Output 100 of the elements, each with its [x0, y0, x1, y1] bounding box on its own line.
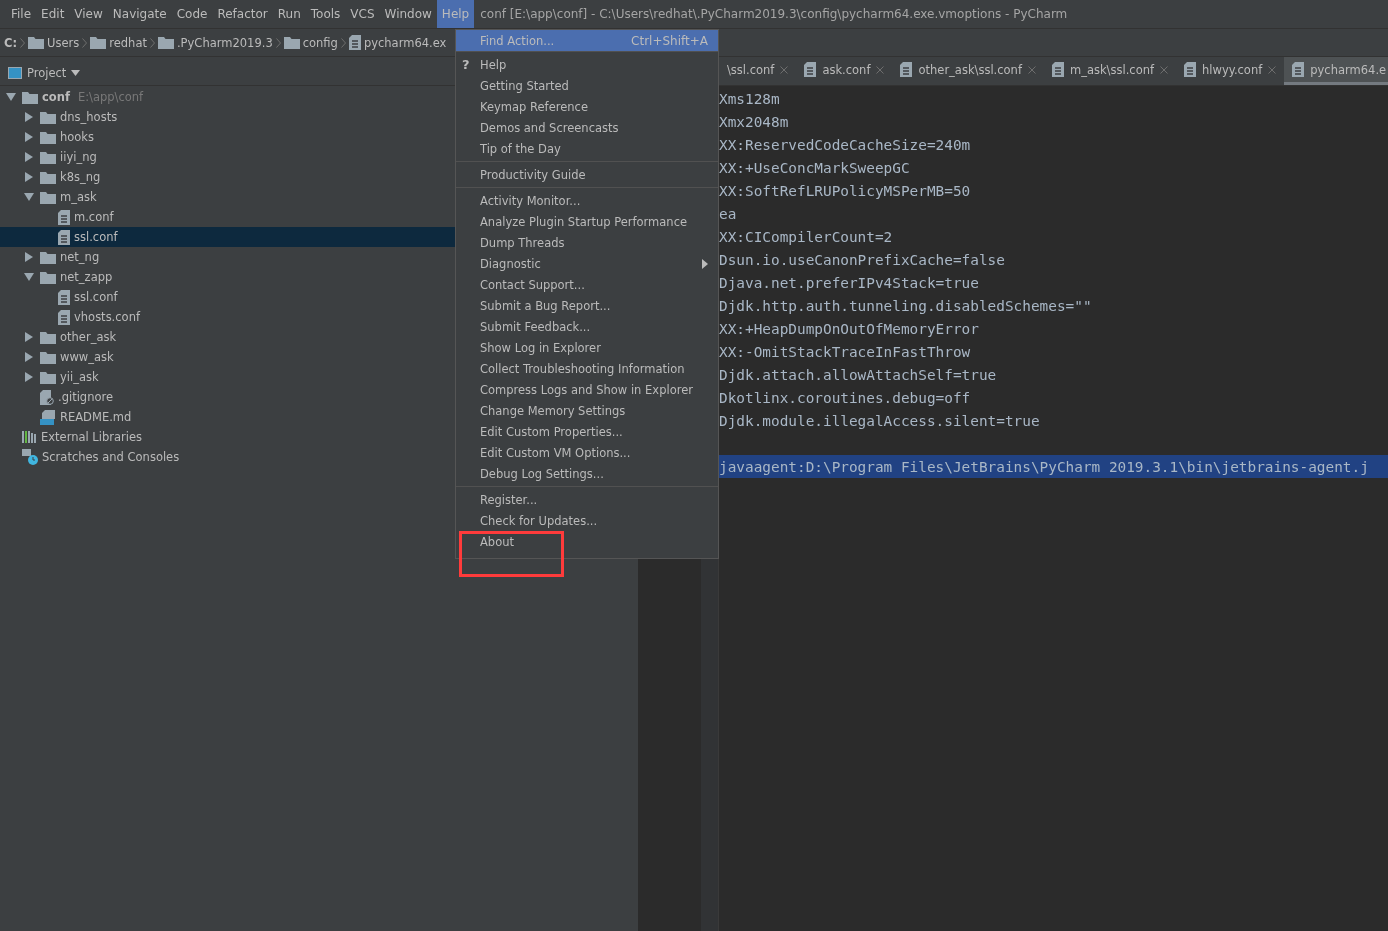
menu-entry[interactable]: Show Log in Explorer [456, 337, 718, 358]
code-line: XX:+UseConcMarkSweepGC [719, 158, 911, 178]
folder-icon [157, 36, 174, 49]
menu-item[interactable]: View [69, 0, 108, 28]
menu-item[interactable]: File [6, 0, 37, 28]
menu-item[interactable]: Edit [36, 0, 70, 28]
chevron-icon [20, 37, 26, 48]
code-line: Djdk.http.auth.tunneling.disabledSchemes="" [719, 296, 1093, 316]
scratches-icon [22, 449, 38, 465]
folder-icon [40, 370, 56, 384]
expanded-arrow-icon[interactable] [6, 92, 16, 102]
folder-icon [40, 130, 56, 144]
breadcrumb[interactable]: C: [4, 35, 18, 50]
code-line: Djava.net.preferIPv4Stack=true [719, 273, 980, 293]
panel-icon [8, 66, 22, 79]
code-line: Dsun.io.useCanonPrefixCache=false [719, 250, 1006, 270]
menu-item[interactable]: VCS [345, 0, 380, 28]
menu-item[interactable]: Code [171, 0, 213, 28]
file-icon [1184, 62, 1197, 77]
menu-item[interactable]: Navigate [107, 0, 172, 28]
folder-icon [40, 170, 56, 184]
expanded-arrow-icon[interactable] [24, 272, 34, 282]
code-line: XX:-OmitStackTraceInFastThrow [719, 342, 972, 362]
editor-tab[interactable]: other_ask\ssl.conf [892, 57, 1044, 85]
code-line: Xmx2048m [719, 112, 790, 132]
code-line: Dkotlinx.coroutines.debug=off [719, 388, 972, 408]
menu-entry[interactable]: Activity Monitor... [456, 190, 718, 211]
breadcrumb[interactable]: pycharm64.ex [348, 35, 447, 50]
editor-tab[interactable]: hlwyy.conf [1176, 57, 1285, 85]
menu-entry[interactable]: Register... [456, 489, 718, 510]
folder-icon [40, 190, 56, 204]
expanded-arrow-icon[interactable] [24, 192, 34, 202]
file-icon [58, 309, 70, 325]
code-line: XX:ReservedCodeCacheSize=240m [719, 135, 972, 155]
breadcrumb[interactable]: config [283, 35, 338, 50]
code-line: XX:+HeapDumpOnOutOfMemoryError [719, 319, 980, 339]
menu-entry[interactable]: Edit Custom Properties... [456, 421, 718, 442]
menu-item[interactable]: Tools [305, 0, 346, 28]
file-icon [348, 35, 361, 50]
code-line: Xms128m [719, 89, 781, 109]
menu-entry[interactable]: Submit a Bug Report... [456, 295, 718, 316]
code-line: Djdk.attach.allowAttachSelf=true [719, 365, 998, 385]
submenu-arrow-icon [702, 258, 708, 269]
editor-tab[interactable]: pycharm64.e [1284, 57, 1388, 85]
code-line: XX:CICompilerCount=2 [719, 227, 894, 247]
folder-icon [90, 36, 107, 49]
folder-icon [40, 250, 56, 264]
editor-tab[interactable]: ask.conf [796, 57, 893, 85]
file-icon [900, 62, 913, 77]
menu-entry[interactable]: Collect Troubleshooting Information [456, 358, 718, 379]
code-line: ea [719, 204, 738, 224]
code-line: XX:SoftRefLRUPolicyMSPerMB=50 [719, 181, 972, 201]
libraries-icon [22, 431, 37, 443]
folder-icon [40, 110, 56, 124]
folder-icon [40, 270, 56, 284]
menu-item[interactable]: Run [272, 0, 306, 28]
menu-entry[interactable]: Change Memory Settings [456, 400, 718, 421]
collapsed-arrow-icon[interactable] [24, 252, 34, 262]
menu-entry[interactable]: Productivity Guide [456, 164, 718, 185]
folder-icon [40, 150, 56, 164]
file-icon [58, 209, 70, 225]
folder-icon [40, 350, 56, 364]
menu-entry[interactable]: Getting Started [456, 75, 718, 96]
dropdown-caret-icon[interactable] [71, 69, 81, 76]
folder-icon [283, 36, 300, 49]
code-line: Djdk.module.illegalAccess.silent=true [719, 411, 1041, 431]
markdown-file-icon [40, 409, 56, 425]
chevron-icon [275, 37, 281, 48]
file-icon [804, 62, 817, 77]
menu-entry[interactable]: Diagnostic [456, 253, 718, 274]
panel-title[interactable]: Project [27, 65, 67, 80]
ignored-file-icon [40, 389, 54, 405]
menu-entry[interactable]: About [456, 531, 718, 552]
file-icon [58, 289, 70, 305]
menu-entry[interactable]: Compress Logs and Show in Explorer [456, 379, 718, 400]
breadcrumb[interactable]: Users [28, 35, 80, 50]
editor-tab[interactable]: m_ask\ssl.conf [1043, 57, 1177, 85]
menu-item[interactable]: Window [379, 0, 437, 28]
menu-entry[interactable]: Debug Log Settings... [456, 463, 718, 484]
menu-entry[interactable]: Check for Updates... [456, 510, 718, 531]
chevron-icon [82, 37, 88, 48]
menu-entry[interactable]: Submit Feedback... [456, 316, 718, 337]
window-title: conf [E:\app\conf] - C:\Users\redhat\.PyCharm2019.3\config\pycharm64.exe.vmoptions - PyCharm [479, 6, 1068, 23]
breadcrumb[interactable]: .PyCharm2019.3 [157, 35, 273, 50]
menu-entry[interactable]: Edit Custom VM Options... [456, 442, 718, 463]
menu-item[interactable]: Refactor [212, 0, 273, 28]
menu-entry[interactable]: Tip of the Day [456, 138, 718, 159]
file-icon [1051, 62, 1064, 77]
file-icon [58, 229, 70, 245]
folder-icon [28, 36, 45, 49]
folder-icon [22, 90, 38, 104]
menu-entry[interactable]: ? Help [456, 54, 718, 75]
menu-entry[interactable]: Demos and Screencasts [456, 117, 718, 138]
path-hint: E:\app\conf [77, 90, 144, 104]
menu-entry[interactable]: Contact Support... [456, 274, 718, 295]
chevron-icon [340, 37, 346, 48]
file-icon [1292, 62, 1305, 77]
breadcrumb[interactable]: redhat [90, 35, 147, 50]
editor-tab[interactable]: \ssl.conf [719, 57, 797, 85]
menu-entry[interactable]: Keymap Reference [456, 96, 718, 117]
